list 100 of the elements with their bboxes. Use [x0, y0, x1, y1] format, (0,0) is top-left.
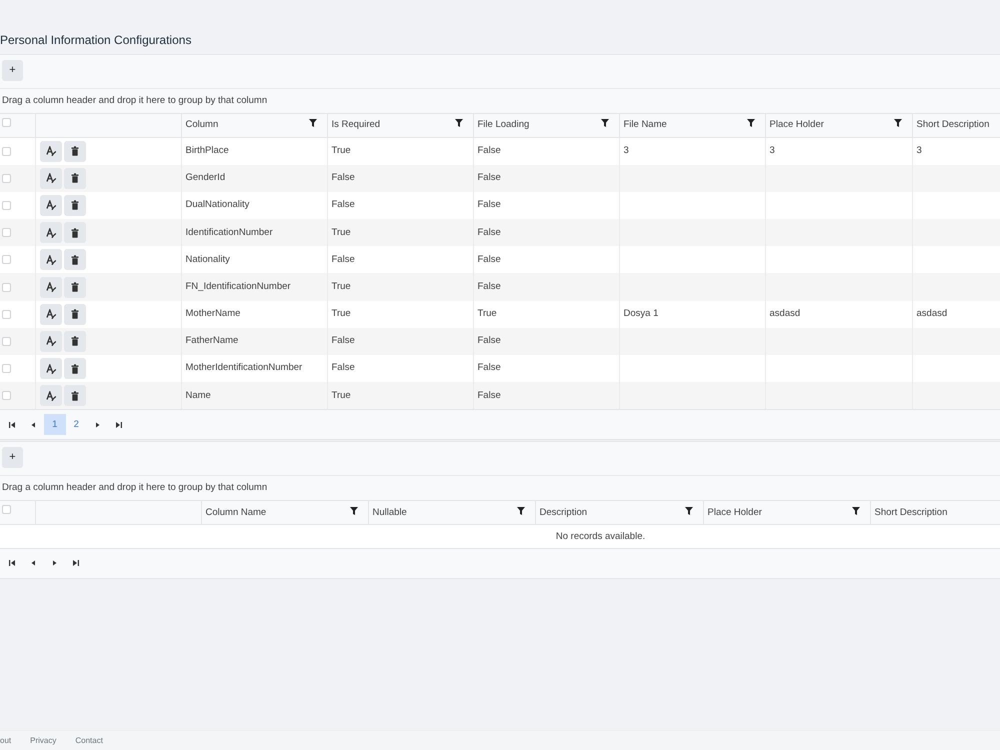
row-checkbox[interactable] [2, 364, 11, 374]
filter-icon[interactable] [350, 506, 358, 515]
edit-icon [46, 309, 56, 320]
row-checkbox[interactable] [2, 228, 11, 238]
edit-button[interactable] [40, 385, 62, 406]
filter-icon[interactable] [308, 119, 316, 128]
page-button[interactable]: 2 [66, 414, 87, 436]
table-cell: True [327, 300, 473, 328]
filter-icon[interactable] [852, 506, 860, 515]
filter-icon[interactable] [600, 119, 608, 128]
filter-icon[interactable] [894, 119, 902, 128]
add-button[interactable]: + [2, 447, 23, 468]
row-checkbox[interactable] [2, 146, 11, 156]
edit-button[interactable] [40, 140, 62, 162]
delete-button[interactable] [64, 304, 86, 325]
row-checkbox[interactable] [2, 282, 11, 292]
column-header[interactable]: Short Description [912, 114, 1000, 138]
table-cell: True [327, 138, 473, 165]
column-header[interactable]: Place Holder [703, 500, 870, 525]
delete-button[interactable] [64, 358, 86, 380]
edit-button[interactable] [40, 249, 62, 270]
footer-link[interactable]: out [0, 734, 12, 746]
table-cell: True [327, 273, 473, 301]
delete-button[interactable] [64, 168, 86, 189]
table-cell: False [473, 246, 619, 274]
row-checkbox[interactable] [2, 174, 11, 183]
filter-icon[interactable] [454, 119, 462, 128]
delete-button[interactable] [64, 140, 86, 162]
table-cell: False [327, 328, 473, 355]
table-cell: DualNationality [181, 192, 327, 220]
edit-icon [46, 146, 56, 156]
filter-icon[interactable] [684, 506, 692, 515]
edit-icon [46, 173, 56, 184]
edit-button[interactable] [40, 194, 62, 216]
select-all-checkbox[interactable] [2, 505, 11, 514]
table-cell: False [473, 382, 619, 410]
first-page-icon [8, 422, 15, 428]
trash-icon [70, 173, 80, 184]
edit-icon [46, 282, 56, 292]
row-checkbox[interactable] [2, 391, 11, 400]
table-cell: False [327, 164, 473, 192]
table-cell: 3 [765, 138, 912, 165]
edit-icon [46, 254, 56, 265]
filter-icon[interactable] [746, 119, 754, 128]
table-cell: Nationality [181, 246, 327, 274]
table-cell: Dosya 1 [619, 300, 765, 328]
table-cell: MotherName [181, 300, 327, 328]
edit-button[interactable] [40, 168, 62, 189]
edit-button[interactable] [40, 276, 62, 298]
footer-link[interactable]: Privacy [30, 734, 56, 746]
page-title: Personal Information Configurations [0, 33, 192, 47]
delete-button[interactable] [64, 194, 86, 216]
empty-message: No records available. [201, 524, 1000, 548]
delete-button[interactable] [64, 222, 86, 244]
table-cell: False [473, 219, 619, 246]
table-cell: Name [181, 382, 327, 410]
next-page-icon [94, 422, 101, 428]
delete-button[interactable] [64, 276, 86, 298]
edit-button[interactable] [40, 358, 62, 380]
table-cell: IdentificationNumber [181, 219, 327, 246]
edit-button[interactable] [40, 222, 62, 244]
delete-button[interactable] [64, 249, 86, 270]
column-header[interactable]: Column Name [201, 500, 368, 525]
delete-button[interactable] [64, 385, 86, 406]
row-checkbox[interactable] [2, 336, 11, 346]
table-cell: 3 [619, 138, 765, 165]
table-cell: False [327, 246, 473, 274]
column-header[interactable]: File Name [619, 114, 765, 138]
table-cell: False [473, 192, 619, 220]
column-header[interactable]: Place Holder [765, 114, 912, 138]
trash-icon [70, 200, 80, 210]
last-page-icon [116, 422, 122, 428]
column-header[interactable]: File Loading [473, 114, 619, 138]
column-header[interactable]: Nullable [368, 500, 535, 525]
edit-button[interactable] [40, 304, 62, 325]
table-cell: True [473, 300, 619, 328]
select-all-checkbox[interactable] [2, 118, 11, 127]
delete-button[interactable] [64, 330, 86, 352]
footer-link[interactable]: Contact [75, 734, 103, 746]
row-checkbox[interactable] [2, 255, 11, 264]
table-cell: False [473, 355, 619, 382]
add-button[interactable]: + [2, 60, 23, 81]
table-cell: False [327, 192, 473, 220]
trash-icon [70, 309, 80, 320]
table-cell: 3 [912, 138, 1000, 165]
edit-button[interactable] [40, 330, 62, 352]
prev-page-icon [30, 560, 36, 566]
filter-icon[interactable] [516, 506, 524, 515]
column-header[interactable]: Column [181, 114, 327, 138]
table-cell: asdasd [765, 300, 912, 328]
column-header[interactable]: Short Description [870, 500, 1000, 525]
table-cell: False [473, 328, 619, 355]
row-checkbox[interactable] [2, 200, 11, 210]
column-header[interactable]: Is Required [327, 114, 473, 138]
last-page-icon [73, 560, 80, 566]
row-checkbox[interactable] [2, 310, 11, 319]
table-cell: FatherName [181, 328, 327, 355]
column-header[interactable]: Description [535, 500, 703, 525]
prev-page-icon [30, 422, 36, 428]
table-cell: True [327, 219, 473, 246]
